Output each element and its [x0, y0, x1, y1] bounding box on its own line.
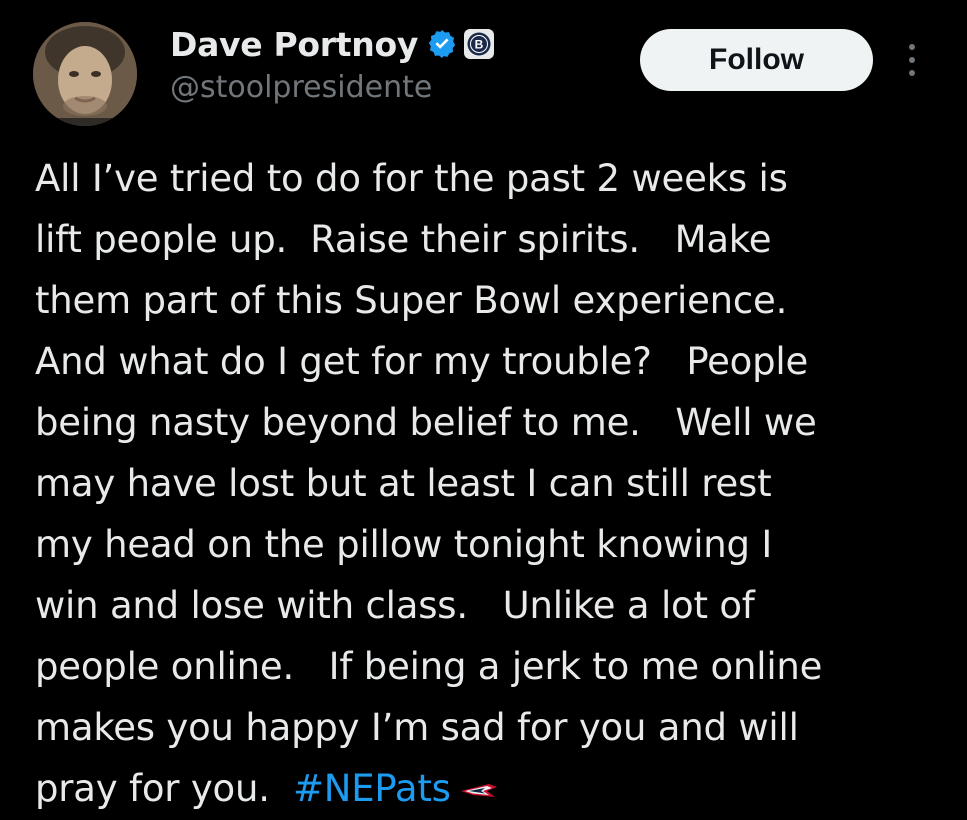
- author-handle[interactable]: @stoolpresidente: [170, 70, 432, 105]
- follow-button[interactable]: Follow: [640, 29, 873, 91]
- avatar[interactable]: [33, 22, 137, 126]
- hashtag-link[interactable]: #NEPats: [293, 767, 451, 810]
- author-display-name[interactable]: Dave Portnoy: [170, 25, 418, 64]
- barstool-logo-icon[interactable]: B: [464, 29, 495, 59]
- tweet-text: All I’ve tried to do for the past 2 week…: [35, 148, 955, 819]
- barstool-logo-glyph: B: [467, 32, 491, 56]
- avatar-photo: [33, 22, 137, 126]
- author-name-row: Dave Portnoy B: [170, 22, 495, 66]
- verified-badge-icon: [428, 30, 456, 58]
- tweet-body: All I’ve tried to do for the past 2 week…: [35, 157, 823, 810]
- patriots-logo-icon: [460, 783, 497, 797]
- more-options-icon[interactable]: [902, 40, 922, 80]
- svg-text:B: B: [475, 38, 484, 52]
